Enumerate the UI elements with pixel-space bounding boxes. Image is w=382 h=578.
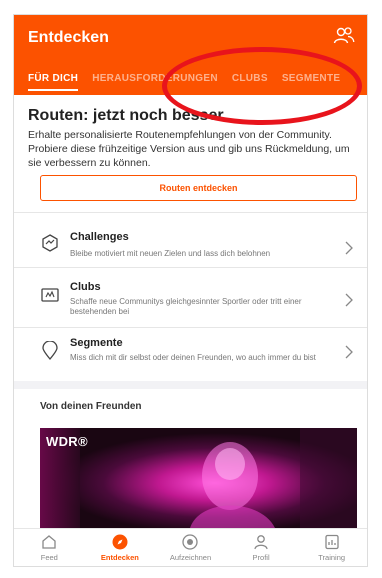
routes-discover-button[interactable]: Routen entdecken [40,175,357,201]
divider [14,212,367,213]
nav-profil[interactable]: Profil [226,529,297,566]
home-icon [42,535,56,549]
nav-aufzeichnen[interactable]: Aufzeichnen [155,529,226,566]
record-icon [182,534,199,550]
tab-fuer-dich[interactable]: FÜR DICH [28,69,79,91]
divider [14,267,367,268]
nav-label: Entdecken [100,553,139,562]
routes-title: Routen: jetzt noch besser [28,107,224,124]
bottom-navigation: Feed Entdecken Aufzeichnen Profil Traini… [14,528,367,566]
compass-icon [112,534,128,550]
friend-activity-photo[interactable]: WDR® [40,428,357,528]
tab-herausforderungen[interactable]: HERAUSFORDERUNGEN [92,69,218,95]
item-subtitle: Miss dich mit dir selbst oder deinen Fre… [70,353,316,362]
clubs-flag-icon [41,288,59,302]
training-icon [325,534,339,550]
friends-icon[interactable] [333,27,355,45]
nav-label: Training [318,553,346,562]
item-title: Segmente [70,337,123,349]
list-item-clubs[interactable]: Clubs Schaffe neue Communitys gleichgesi… [14,273,367,327]
tab-clubs[interactable]: CLUBS [232,69,268,95]
item-subtitle: Schaffe neue Communitys gleichgesinnter … [70,297,302,316]
friends-section-title: Von deinen Freunden [40,401,142,412]
item-title: Challenges [70,231,129,243]
profile-icon [254,535,268,550]
nav-label: Feed [40,553,58,562]
app-screen: Entdecken FÜR DICH HERAUSFORDERUNGEN CLU… [13,14,368,567]
list-item-segmente[interactable]: Segmente Miss dich mit dir selbst oder d… [14,329,367,383]
challenge-badge-icon [42,234,58,252]
nav-training[interactable]: Training [296,529,367,566]
chevron-right-icon [345,345,353,359]
nav-feed[interactable]: Feed [14,529,85,566]
app-header: Entdecken FÜR DICH HERAUSFORDERUNGEN CLU… [14,15,367,95]
list-item-challenges[interactable]: Challenges Bleibe motiviert mit neuen Zi… [14,223,367,277]
nav-label: Aufzeichnen [169,553,212,562]
item-subtitle: Bleibe motiviert mit neuen Zielen und la… [70,249,271,258]
routes-description: Erhalte personalisierte Routenempfehlung… [28,129,350,169]
divider [14,327,367,328]
screenshot-frame: Entdecken FÜR DICH HERAUSFORDERUNGEN CLU… [0,0,382,578]
section-separator [14,381,367,389]
nav-label: Profil [252,553,270,562]
tab-segmente[interactable]: SEGMENTE [282,69,341,95]
item-title: Clubs [70,281,101,293]
chevron-right-icon [345,293,353,307]
tab-bar: FÜR DICH HERAUSFORDERUNGEN CLUBS SEGMENT… [14,69,367,95]
page-title: Entdecken [28,29,109,46]
chevron-right-icon [345,241,353,255]
wdr-logo: WDR® [46,434,88,449]
segment-pin-icon [42,341,58,361]
nav-entdecken[interactable]: Entdecken [85,529,156,566]
